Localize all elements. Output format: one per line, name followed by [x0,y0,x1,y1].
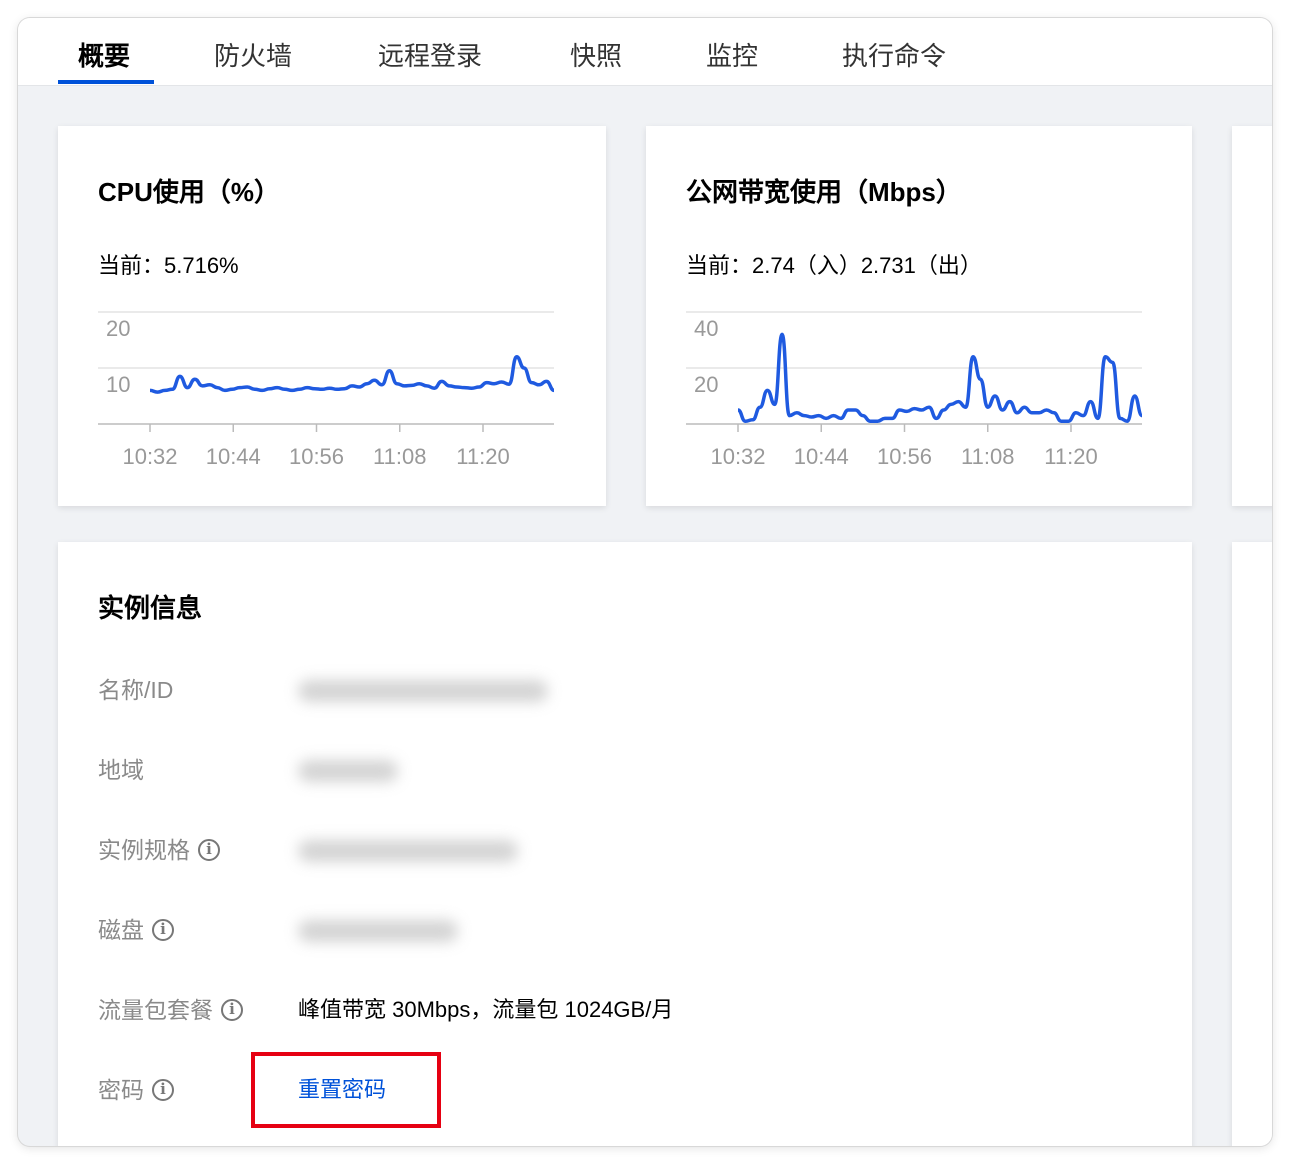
redacted-instance-spec [298,840,518,862]
y-tick-label: 20 [694,372,718,397]
x-tick-label: 11:20 [456,444,509,469]
redacted-disk [298,920,458,942]
x-tick-label: 10:56 [289,444,344,469]
y-tick-label: 20 [106,316,130,341]
info-icon[interactable]: i [198,838,220,861]
instance-spec-label: 实例规格 [98,837,190,863]
x-tick-label: 10:32 [710,444,765,469]
cpu-usage-card: CPU使用（%） 当前：5.716% 10 20 10:32 10:44 10:56 11… [58,126,606,506]
y-tick-label: 10 [106,372,130,397]
console-window: 概要 防火墙 远程登录 快照 监控 执行命令 CPU使用（%） 当前：5.716… [18,18,1272,1146]
partial-card-right [1232,542,1272,1146]
traffic-package-value: 峰值带宽 30Mbps，流量包 1024GB/月 [298,997,674,1022]
tab-execute-command[interactable]: 执行命令 [842,18,946,85]
name-id-label: 名称/ID [98,677,174,703]
series-line [737,332,1143,423]
series-line [149,355,555,394]
bandwidth-line-chart: 20 40 10:32 10:44 10:56 11:08 11:20 [686,311,1143,469]
x-tick-label: 11:08 [961,444,1014,469]
info-icon[interactable]: i [221,998,243,1021]
tab-monitor[interactable]: 监控 [706,18,758,85]
x-tick-label: 10:56 [877,444,932,469]
y-tick-label: 40 [694,316,718,341]
x-tick-label: 11:08 [373,444,426,469]
tab-firewall[interactable]: 防火墙 [214,18,292,85]
redacted-region [298,760,398,782]
region-label: 地域 [98,757,144,783]
info-icon[interactable]: i [152,1078,174,1101]
tab-snapshot[interactable]: 快照 [570,18,622,85]
instance-info-title: 实例信息 [98,593,203,623]
tab-overview[interactable]: 概要 [78,18,130,85]
info-icon[interactable]: i [152,918,174,941]
x-tick-label: 10:32 [122,444,177,469]
disk-label: 磁盘 [98,917,144,943]
instance-info-card: 实例信息 名称/ID 地域 实例规格 i 磁盘 i 流量包套餐 i 峰值带宽 30Mb… [58,542,1192,1146]
tab-remote-login[interactable]: 远程登录 [378,18,482,85]
tab-bar: 概要 防火墙 远程登录 快照 监控 执行命令 [18,18,1272,86]
cpu-line-chart: 10 20 10:32 10:44 10:56 11:08 11:20 [98,311,555,469]
bandwidth-usage-card: 公网带宽使用（Mbps） 当前：2.74（入）2.731（出） 20 40 10:3… [646,126,1192,506]
password-label: 密码 [98,1077,144,1103]
active-tab-indicator [58,80,154,84]
highlight-annotation-box [251,1052,441,1128]
x-tick-label: 10:44 [794,444,849,469]
x-tick-label: 11:20 [1044,444,1097,469]
partial-card [1232,126,1272,506]
traffic-package-label: 流量包套餐 [98,997,213,1023]
x-tick-label: 10:44 [206,444,261,469]
redacted-name-id [298,680,548,702]
